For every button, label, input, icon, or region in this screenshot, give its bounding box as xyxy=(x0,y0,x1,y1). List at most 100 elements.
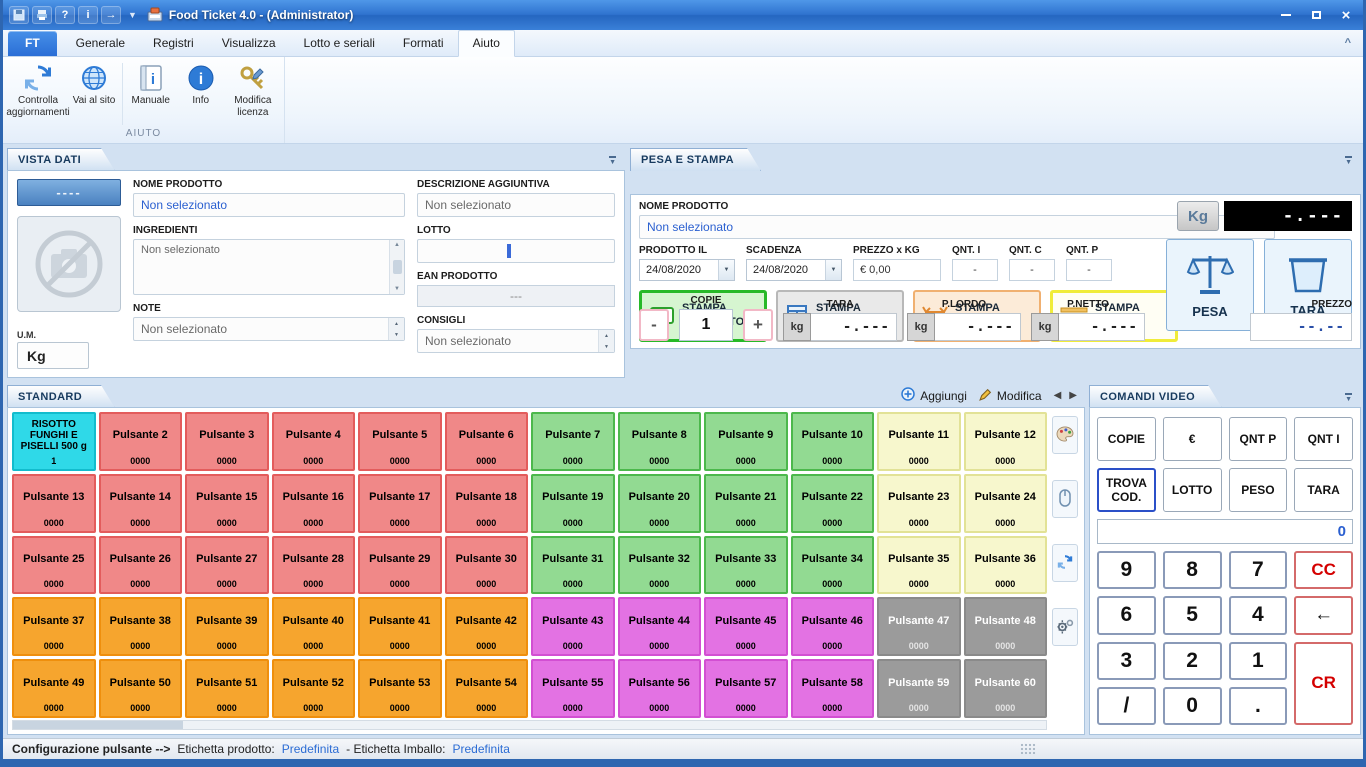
consigli-input[interactable]: Non selezionato ▲▼ xyxy=(417,329,615,353)
page-left-icon[interactable]: ◀ xyxy=(1054,390,1062,401)
grid-button-49[interactable]: Pulsante 490000 xyxy=(12,659,96,718)
qnt-p-input[interactable]: - xyxy=(1066,259,1112,281)
numpad-key-.[interactable]: . xyxy=(1229,687,1288,725)
grid-button-57[interactable]: Pulsante 570000 xyxy=(704,659,788,718)
qat-dropdown-icon[interactable]: ▼ xyxy=(128,10,137,20)
grid-button-32[interactable]: Pulsante 320000 xyxy=(618,536,702,595)
lotto-input[interactable] xyxy=(417,239,615,263)
consigli-spinner[interactable]: ▲▼ xyxy=(598,330,614,352)
ingredienti-input[interactable]: Non selezionato ▲▼ xyxy=(133,239,405,295)
vai-al-sito-button[interactable]: Vai al sito xyxy=(69,60,119,109)
numpad-key-←[interactable]: ← xyxy=(1294,596,1353,634)
numpad-key-4[interactable]: 4 xyxy=(1229,596,1288,634)
grid-button-1[interactable]: RISOTTO FUNGHI E PISELLI 500 g1 xyxy=(12,412,96,471)
grid-button-30[interactable]: Pulsante 300000 xyxy=(445,536,529,595)
grid-button-36[interactable]: Pulsante 360000 xyxy=(964,536,1048,595)
grid-button-10[interactable]: Pulsante 100000 xyxy=(791,412,875,471)
grid-button-23[interactable]: Pulsante 230000 xyxy=(877,474,961,533)
grid-button-16[interactable]: Pulsante 160000 xyxy=(272,474,356,533)
grid-button-39[interactable]: Pulsante 390000 xyxy=(185,597,269,656)
chevron-down-icon[interactable]: ▼ xyxy=(825,260,841,280)
grid-button-29[interactable]: Pulsante 290000 xyxy=(358,536,442,595)
grid-button-24[interactable]: Pulsante 240000 xyxy=(964,474,1048,533)
grid-button-31[interactable]: Pulsante 310000 xyxy=(531,536,615,595)
grid-button-41[interactable]: Pulsante 410000 xyxy=(358,597,442,656)
mouse-tool-button[interactable] xyxy=(1052,480,1078,518)
numpad-key-6[interactable]: 6 xyxy=(1097,596,1156,634)
close-button[interactable]: × xyxy=(1339,8,1353,22)
grid-button-5[interactable]: Pulsante 50000 xyxy=(358,412,442,471)
grid-button-6[interactable]: Pulsante 60000 xyxy=(445,412,529,471)
grid-button-48[interactable]: Pulsante 480000 xyxy=(964,597,1048,656)
grid-button-26[interactable]: Pulsante 260000 xyxy=(99,536,183,595)
fn-key-lotto[interactable]: LOTTO xyxy=(1163,468,1222,512)
grid-button-35[interactable]: Pulsante 350000 xyxy=(877,536,961,595)
pnetto-unit-button[interactable]: kg xyxy=(1031,313,1059,341)
prezzo-kg-input[interactable]: € 0,00 xyxy=(853,259,941,281)
grid-button-12[interactable]: Pulsante 120000 xyxy=(964,412,1048,471)
grid-button-2[interactable]: Pulsante 20000 xyxy=(99,412,183,471)
grid-button-54[interactable]: Pulsante 540000 xyxy=(445,659,529,718)
copie-value[interactable]: 1 xyxy=(679,309,733,341)
grid-button-17[interactable]: Pulsante 170000 xyxy=(358,474,442,533)
grid-button-9[interactable]: Pulsante 90000 xyxy=(704,412,788,471)
value-display[interactable]: 0 xyxy=(1097,519,1353,544)
grid-button-14[interactable]: Pulsante 140000 xyxy=(99,474,183,533)
numpad-key-0[interactable]: 0 xyxy=(1163,687,1222,725)
settings-tool-button[interactable] xyxy=(1052,608,1078,646)
tara-unit-button[interactable]: kg xyxy=(783,313,811,341)
numpad-key-2[interactable]: 2 xyxy=(1163,642,1222,680)
note-spinner[interactable]: ▲▼ xyxy=(388,318,404,340)
manuale-button[interactable]: i Manuale xyxy=(126,60,176,109)
product-code-button[interactable]: ---- xyxy=(17,179,121,206)
grid-button-51[interactable]: Pulsante 510000 xyxy=(185,659,269,718)
numpad-key-1[interactable]: 1 xyxy=(1229,642,1288,680)
grid-button-27[interactable]: Pulsante 270000 xyxy=(185,536,269,595)
grid-button-52[interactable]: Pulsante 520000 xyxy=(272,659,356,718)
grid-button-18[interactable]: Pulsante 180000 xyxy=(445,474,529,533)
plordo-unit-button[interactable]: kg xyxy=(907,313,935,341)
grid-button-28[interactable]: Pulsante 280000 xyxy=(272,536,356,595)
tab-formati[interactable]: Formati xyxy=(389,31,458,56)
grid-button-21[interactable]: Pulsante 210000 xyxy=(704,474,788,533)
copie-plus-button[interactable]: + xyxy=(743,309,773,341)
save-icon[interactable] xyxy=(9,6,29,24)
ribbon-collapse-icon[interactable]: ^ xyxy=(1345,37,1351,49)
numpad-key-/[interactable]: / xyxy=(1097,687,1156,725)
grid-button-50[interactable]: Pulsante 500000 xyxy=(99,659,183,718)
help-icon[interactable]: ? xyxy=(55,6,75,24)
note-input[interactable]: Non selezionato ▲▼ xyxy=(133,317,405,341)
nome-prodotto-input[interactable]: Non selezionato xyxy=(133,193,405,217)
grid-button-47[interactable]: Pulsante 470000 xyxy=(877,597,961,656)
fn-key-peso[interactable]: PESO xyxy=(1229,468,1288,512)
grid-button-37[interactable]: Pulsante 370000 xyxy=(12,597,96,656)
scadenza-select[interactable]: 24/08/2020 ▼ xyxy=(746,259,842,281)
grid-button-53[interactable]: Pulsante 530000 xyxy=(358,659,442,718)
minimize-button[interactable] xyxy=(1279,8,1293,22)
tab-registri[interactable]: Registri xyxy=(139,31,208,56)
numpad-key-5[interactable]: 5 xyxy=(1163,596,1222,634)
etichetta-prodotto-link[interactable]: Predefinita xyxy=(282,742,339,756)
grid-button-42[interactable]: Pulsante 420000 xyxy=(445,597,529,656)
info-icon[interactable]: i xyxy=(78,6,98,24)
grid-button-13[interactable]: Pulsante 130000 xyxy=(12,474,96,533)
qnt-i-input[interactable]: - xyxy=(952,259,998,281)
grid-button-15[interactable]: Pulsante 150000 xyxy=(185,474,269,533)
palette-tool-button[interactable] xyxy=(1052,416,1078,454)
grid-horizontal-scrollbar[interactable] xyxy=(12,720,1047,730)
tab-ft[interactable]: FT xyxy=(8,31,57,56)
modifica-licenza-button[interactable]: Modifica licenza xyxy=(226,60,280,120)
fn-key-trova-cod[interactable]: TROVA COD. xyxy=(1097,468,1156,512)
grid-button-19[interactable]: Pulsante 190000 xyxy=(531,474,615,533)
grid-button-59[interactable]: Pulsante 590000 xyxy=(877,659,961,718)
descrizione-input[interactable]: Non selezionato xyxy=(417,193,615,217)
grid-button-55[interactable]: Pulsante 550000 xyxy=(531,659,615,718)
tab-generale[interactable]: Generale xyxy=(62,31,139,56)
refresh-tool-button[interactable] xyxy=(1052,544,1078,582)
grid-button-25[interactable]: Pulsante 250000 xyxy=(12,536,96,595)
grid-button-4[interactable]: Pulsante 40000 xyxy=(272,412,356,471)
numpad-key-3[interactable]: 3 xyxy=(1097,642,1156,680)
etichetta-imballo-link[interactable]: Predefinita xyxy=(453,742,510,756)
grid-button-20[interactable]: Pulsante 200000 xyxy=(618,474,702,533)
grid-button-43[interactable]: Pulsante 430000 xyxy=(531,597,615,656)
